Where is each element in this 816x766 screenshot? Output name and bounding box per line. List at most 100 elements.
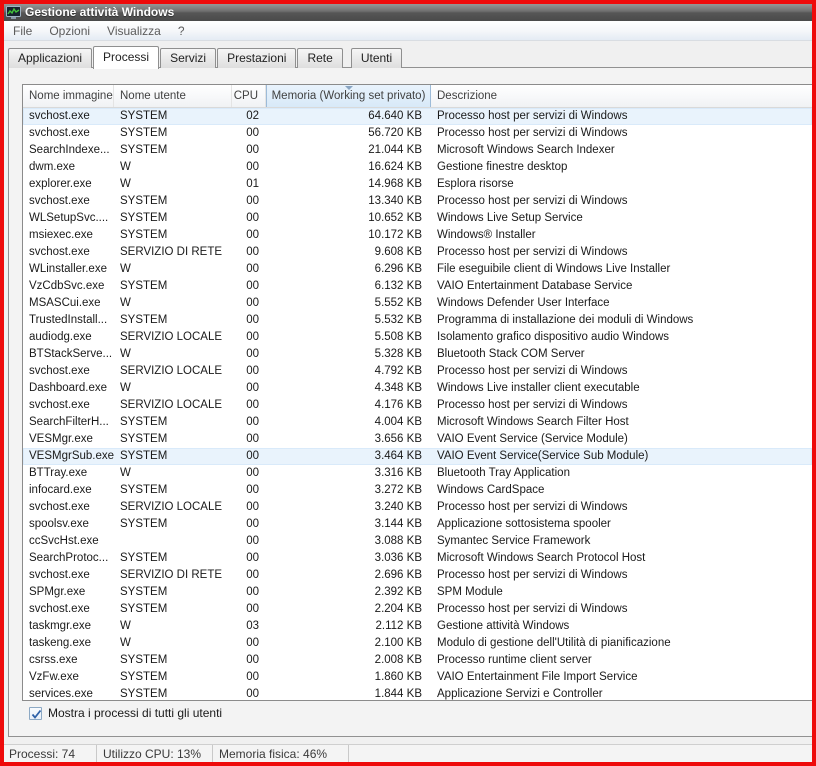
table-row[interactable]: VzFw.exe SYSTEM 00 1.860 KB VAIO Entertainme…	[23, 669, 812, 686]
cell-description: Applicazione sottosistema spooler	[437, 518, 611, 530]
tab-utenti[interactable]: Utenti	[350, 48, 403, 68]
cell-image-name: svchost.exe	[29, 365, 90, 377]
cell-description: Processo host per servizi di Windows	[437, 399, 628, 411]
table-row[interactable]: BTStackServe... W 00 5.328 KB Bluetooth Stac…	[23, 346, 812, 363]
table-row[interactable]: svchost.exe SERVIZIO LOCALE 00 4.792 KB Proc…	[23, 363, 812, 380]
cell-description: Processo host per servizi di Windows	[437, 110, 628, 122]
table-row[interactable]: SearchIndexe... SYSTEM 00 21.044 KB Microsof…	[23, 142, 812, 159]
table-row[interactable]: dwm.exe W 00 16.624 KB Gestione finestre des…	[23, 159, 812, 176]
table-row[interactable]: WLSetupSvc.... SYSTEM 00 10.652 KB Windows L…	[23, 210, 812, 227]
table-row[interactable]: ccSvcHst.exe 00 3.088 KB Symantec Service F…	[23, 533, 812, 550]
table-row[interactable]: svchost.exe SYSTEM 00 13.340 KB Processo hos…	[23, 193, 812, 210]
table-row[interactable]: VzCdbSvc.exe SYSTEM 00 6.132 KB VAIO Enterta…	[23, 278, 812, 295]
cell-cpu: 00	[246, 637, 259, 649]
cell-cpu: 02	[246, 110, 259, 122]
cell-description: Gestione attività Windows	[437, 620, 570, 632]
cell-memory: 5.328 KB	[374, 348, 422, 360]
column-header-descrizione[interactable]: Descrizione	[431, 85, 812, 107]
tab-rete[interactable]: Rete	[297, 48, 343, 68]
table-row[interactable]: services.exe SYSTEM 00 1.844 KB Applicazione…	[23, 686, 812, 700]
cell-description: Processo host per servizi di Windows	[437, 195, 628, 207]
table-row[interactable]: SearchProtoc... SYSTEM 00 3.036 KB Microsoft…	[23, 550, 812, 567]
cell-user-name: SERVIZIO DI RETE	[120, 246, 223, 258]
cell-cpu: 00	[246, 246, 259, 258]
cell-user-name: W	[120, 467, 131, 479]
cell-user-name: SYSTEM	[120, 280, 168, 292]
table-row[interactable]: audiodg.exe SERVIZIO LOCALE 00 5.508 KB Isol…	[23, 329, 812, 346]
cell-memory: 21.044 KB	[368, 144, 422, 156]
titlebar[interactable]: Gestione attività Windows	[3, 3, 813, 21]
table-row[interactable]: WLinstaller.exe W 00 6.296 KB File eseguibil…	[23, 261, 812, 278]
tab-applicazioni[interactable]: Applicazioni	[8, 48, 93, 68]
cell-memory: 3.036 KB	[374, 552, 422, 564]
menu-item-visualizza[interactable]: Visualizza	[101, 22, 172, 40]
cell-memory: 4.004 KB	[374, 416, 422, 428]
table-row[interactable]: svchost.exe SERVIZIO DI RETE 00 2.696 KB Pro…	[23, 567, 812, 584]
cell-memory: 10.652 KB	[368, 212, 422, 224]
column-header-memoria-label: Memoria (Working set privato)	[271, 90, 426, 102]
table-row[interactable]: explorer.exe W 01 14.968 KB Esplora risorse	[23, 176, 812, 193]
cell-image-name: svchost.exe	[29, 603, 90, 615]
cell-cpu: 00	[246, 399, 259, 411]
table-row[interactable]: VESMgrSub.exe SYSTEM 00 3.464 KB VAIO Event …	[23, 448, 812, 465]
cell-cpu: 01	[246, 178, 259, 190]
tab-processi[interactable]: Processi	[93, 46, 160, 69]
sort-descending-icon	[344, 86, 353, 90]
cell-description: Programma di installazione dei moduli di…	[437, 314, 694, 326]
table-row[interactable]: svchost.exe SERVIZIO DI RETE 00 9.608 KB Pro…	[23, 244, 812, 261]
table-row[interactable]: taskmgr.exe W 03 2.112 KB Gestione attività …	[23, 618, 812, 635]
cell-image-name: SearchProtoc...	[29, 552, 109, 564]
table-row[interactable]: svchost.exe SYSTEM 02 64.640 KB Processo hos…	[23, 108, 812, 125]
cell-image-name: VESMgr.exe	[29, 433, 93, 445]
cell-cpu: 00	[246, 280, 259, 292]
cell-description: Bluetooth Tray Application	[437, 467, 570, 479]
cell-description: Gestione finestre desktop	[437, 161, 568, 173]
cell-description: Processo host per servizi di Windows	[437, 569, 628, 581]
column-header-nome-immagine[interactable]: Nome immagine	[23, 85, 114, 107]
cell-image-name: WLinstaller.exe	[29, 263, 107, 275]
table-row[interactable]: taskeng.exe W 00 2.100 KB Modulo di gestione…	[23, 635, 812, 652]
table-row[interactable]: SearchFilterH... SYSTEM 00 4.004 KB Microsof…	[23, 414, 812, 431]
table-row[interactable]: svchost.exe SYSTEM 00 56.720 KB Processo hos…	[23, 125, 812, 142]
table-row[interactable]: msiexec.exe SYSTEM 00 10.172 KB Windows® Ins…	[23, 227, 812, 244]
tab-prestazioni[interactable]: Prestazioni	[217, 48, 297, 68]
cell-cpu: 00	[246, 331, 259, 343]
cell-image-name: WLSetupSvc....	[29, 212, 109, 224]
cell-description: Isolamento grafico dispositivo audio Win…	[437, 331, 670, 343]
cell-cpu: 00	[246, 365, 259, 377]
cell-image-name: BTStackServe...	[29, 348, 113, 360]
column-header-nome-utente[interactable]: Nome utente	[114, 85, 232, 107]
cell-cpu: 00	[246, 416, 259, 428]
cell-description: Processo host per servizi di Windows	[437, 501, 628, 513]
tab-servizi[interactable]: Servizi	[160, 48, 217, 68]
table-row[interactable]: MSASCui.exe W 00 5.552 KB Windows Defender U…	[23, 295, 812, 312]
show-all-users-checkbox[interactable]	[29, 706, 42, 720]
cell-user-name: W	[120, 263, 131, 275]
table-row[interactable]: svchost.exe SERVIZIO LOCALE 00 4.176 KB Proc…	[23, 397, 812, 414]
table-row[interactable]: Dashboard.exe W 00 4.348 KB Windows Live ins…	[23, 380, 812, 397]
menu-item-file[interactable]: File	[7, 22, 43, 40]
cell-cpu: 00	[246, 501, 259, 513]
cell-cpu: 00	[246, 569, 259, 581]
cell-image-name: taskeng.exe	[29, 637, 92, 649]
table-row[interactable]: VESMgr.exe SYSTEM 00 3.656 KB VAIO Event Ser…	[23, 431, 812, 448]
cell-user-name: SYSTEM	[120, 110, 168, 122]
table-header-row: Nome immagine Nome utente CPU Memoria (W…	[23, 85, 812, 108]
table-row[interactable]: svchost.exe SYSTEM 00 2.204 KB Processo host…	[23, 601, 812, 618]
menu-item-help[interactable]: ?	[172, 22, 196, 40]
cell-cpu: 00	[246, 654, 259, 666]
cell-memory: 3.088 KB	[374, 535, 422, 547]
cell-user-name: SYSTEM	[120, 671, 168, 683]
column-header-memoria-sorted[interactable]: Memoria (Working set privato)	[266, 85, 431, 107]
table-row[interactable]: BTTray.exe W 00 3.316 KB Bluetooth Tray Appl…	[23, 465, 812, 482]
column-header-cpu[interactable]: CPU	[232, 85, 266, 107]
table-row[interactable]: SPMgr.exe SYSTEM 00 2.392 KB SPM Module	[23, 584, 812, 601]
menu-item-opzioni[interactable]: Opzioni	[43, 22, 101, 40]
table-row[interactable]: spoolsv.exe SYSTEM 00 3.144 KB Applicazione …	[23, 516, 812, 533]
task-manager-icon	[6, 5, 21, 19]
table-row[interactable]: TrustedInstall... SYSTEM 00 5.532 KB Program…	[23, 312, 812, 329]
table-row[interactable]: svchost.exe SERVIZIO LOCALE 00 3.240 KB Proc…	[23, 499, 812, 516]
table-row[interactable]: infocard.exe SYSTEM 00 3.272 KB Windows Card…	[23, 482, 812, 499]
cell-cpu: 00	[246, 484, 259, 496]
table-row[interactable]: csrss.exe SYSTEM 00 2.008 KB Processo runtim…	[23, 652, 812, 669]
